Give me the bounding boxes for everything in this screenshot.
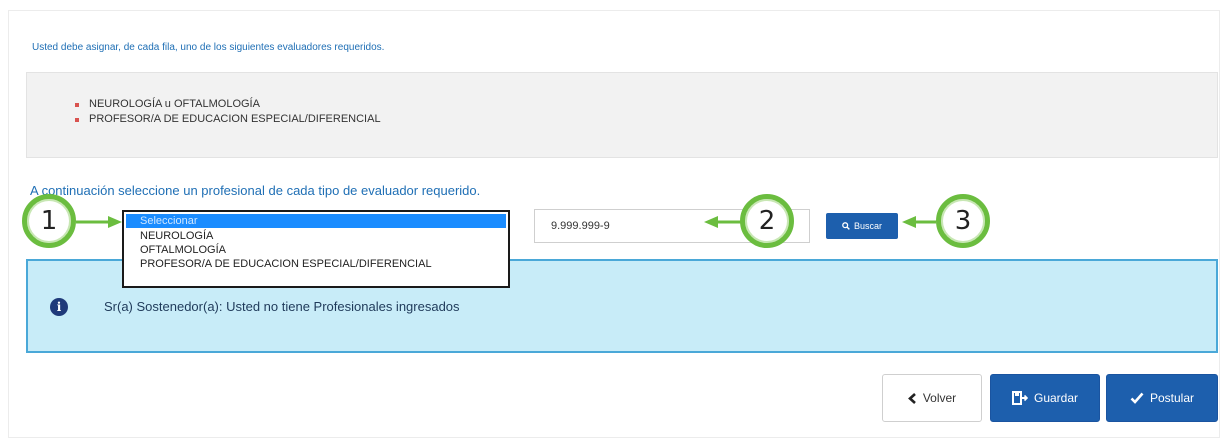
postular-button[interactable]: Postular	[1106, 374, 1218, 422]
info-message: Sr(a) Sostenedor(a): Usted no tiene Prof…	[104, 299, 460, 314]
bullet-icon	[75, 102, 79, 107]
evaluator-label: PROFESOR/A DE EDUCACION ESPECIAL/DIFEREN…	[89, 113, 381, 125]
callout-marker-3: 3	[936, 194, 990, 248]
callout-arrow-1	[76, 216, 122, 228]
search-icon	[842, 222, 850, 230]
list-item: PROFESOR/A DE EDUCACION ESPECIAL/DIFEREN…	[75, 112, 381, 127]
buscar-label: Buscar	[853, 221, 882, 231]
volver-button[interactable]: Volver	[882, 374, 982, 422]
volver-label: Volver	[922, 391, 957, 405]
select-option-neurologia[interactable]: NEUROLOGÍA	[124, 229, 508, 243]
callout-marker-2: 2	[740, 194, 794, 248]
required-evaluators-box: NEUROLOGÍA u OFTALMOLOGÍA PROFESOR/A DE …	[26, 72, 1218, 158]
intro-text: Usted debe asignar, de cada fila, uno de…	[32, 42, 385, 53]
guardar-label: Guardar	[1033, 391, 1079, 405]
select-option-profesor-educacion-especial[interactable]: PROFESOR/A DE EDUCACION ESPECIAL/DIFEREN…	[124, 257, 508, 271]
info-circle-icon: i	[50, 298, 68, 316]
check-icon	[1130, 392, 1144, 404]
chevron-left-icon	[907, 392, 916, 404]
list-item: NEUROLOGÍA u OFTALMOLOGÍA	[75, 97, 381, 112]
guardar-button[interactable]: Guardar	[990, 374, 1100, 422]
bullet-icon	[75, 117, 79, 122]
save-icon	[1011, 391, 1028, 405]
instruction-text: A continuación seleccione un profesional…	[30, 183, 481, 198]
required-evaluators-list: NEUROLOGÍA u OFTALMOLOGÍA PROFESOR/A DE …	[75, 97, 381, 127]
evaluator-label: NEUROLOGÍA u OFTALMOLOGÍA	[89, 98, 260, 110]
select-option-seleccionar[interactable]: Seleccionar	[126, 214, 506, 228]
evaluator-type-select[interactable]: Seleccionar NEUROLOGÍA OFTALMOLOGÍA PROF…	[122, 210, 510, 288]
postular-label: Postular	[1149, 391, 1195, 405]
callout-marker-1: 1	[22, 194, 76, 248]
callout-arrow-3	[902, 216, 936, 228]
buscar-button[interactable]: Buscar	[826, 213, 898, 239]
callout-arrow-2	[704, 216, 742, 228]
select-option-oftalmologia[interactable]: OFTALMOLOGÍA	[124, 243, 508, 257]
